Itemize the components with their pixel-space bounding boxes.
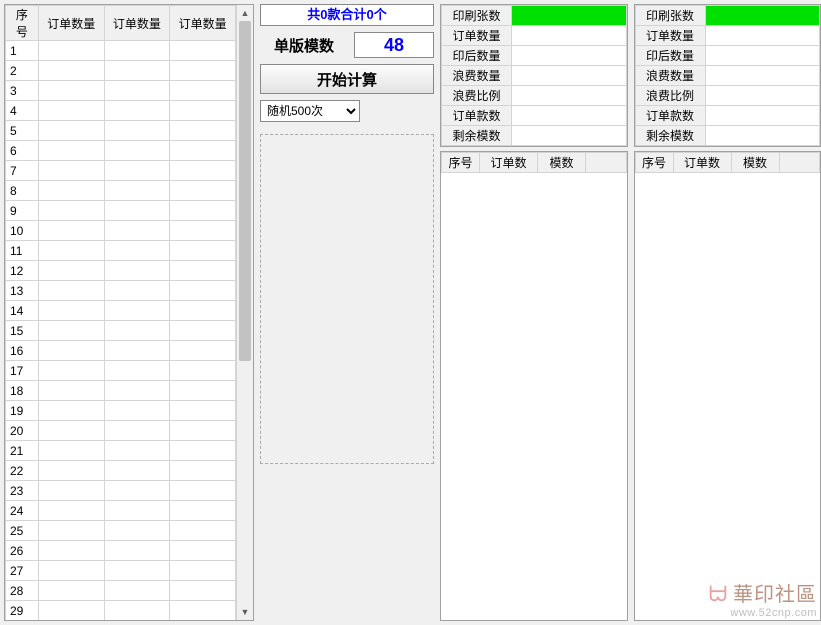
- table-row[interactable]: 3: [6, 81, 236, 101]
- scroll-thumb[interactable]: [239, 21, 251, 361]
- stats-table-1: 印刷张数订单数量印后数量浪费数量浪费比例订单款数剩余模数: [440, 4, 628, 147]
- order-grid-header: 订单数量: [38, 6, 104, 41]
- stats-table-2: 印刷张数订单数量印后数量浪费数量浪费比例订单款数剩余模数: [634, 4, 821, 147]
- result-grid-1[interactable]: 序号订单数模数: [440, 151, 628, 621]
- stats-value: [705, 126, 820, 146]
- preview-area: [260, 134, 434, 464]
- result-grid-header: 订单数: [480, 153, 538, 173]
- order-grid-header: 订单数量: [170, 6, 236, 41]
- stats-value: [512, 86, 627, 106]
- result-grid-header: 模数: [731, 153, 779, 173]
- stats-value: [705, 66, 820, 86]
- table-row[interactable]: 10: [6, 221, 236, 241]
- table-row[interactable]: 1: [6, 41, 236, 61]
- order-grid-panel: 序号订单数量订单数量订单数量12345678910111213141516171…: [4, 4, 254, 621]
- order-grid-scrollbar[interactable]: ▲ ▼: [236, 5, 253, 620]
- table-row[interactable]: 4: [6, 101, 236, 121]
- stats-value: [705, 106, 820, 126]
- table-row[interactable]: 6: [6, 141, 236, 161]
- stats-value: [705, 6, 820, 26]
- result-grid-header: 序号: [442, 153, 480, 173]
- stats-value: [705, 86, 820, 106]
- result-grid-header: 序号: [635, 153, 673, 173]
- stats-value: [512, 26, 627, 46]
- table-row[interactable]: 24: [6, 501, 236, 521]
- stats-value: [705, 46, 820, 66]
- table-row[interactable]: 11: [6, 241, 236, 261]
- stats-label: 订单数量: [442, 26, 512, 46]
- stats-value: [512, 66, 627, 86]
- table-row[interactable]: 13: [6, 281, 236, 301]
- table-row[interactable]: 28: [6, 581, 236, 601]
- stats-label: 剩余模数: [442, 126, 512, 146]
- result-panel-2: 印刷张数订单数量印后数量浪费数量浪费比例订单款数剩余模数 序号订单数模数: [634, 4, 821, 621]
- table-row[interactable]: 29: [6, 601, 236, 621]
- stats-label: 剩余模数: [635, 126, 705, 146]
- result-panel-1: 印刷张数订单数量印后数量浪费数量浪费比例订单款数剩余模数 序号订单数模数: [440, 4, 628, 621]
- table-row[interactable]: 26: [6, 541, 236, 561]
- result-grid-header: 模数: [538, 153, 586, 173]
- scroll-down-icon[interactable]: ▼: [237, 604, 253, 620]
- stats-label: 印后数量: [635, 46, 705, 66]
- table-row[interactable]: 12: [6, 261, 236, 281]
- calculate-button[interactable]: 开始计算: [260, 64, 434, 94]
- random-count-select[interactable]: 随机500次: [260, 100, 360, 122]
- stats-value: [512, 106, 627, 126]
- table-row[interactable]: 9: [6, 201, 236, 221]
- result-grid-2[interactable]: 序号订单数模数: [634, 151, 821, 621]
- control-panel: 共0款合计0个 单版模数 开始计算 随机500次: [260, 4, 434, 621]
- order-grid-header: 序号: [6, 6, 39, 41]
- table-row[interactable]: 20: [6, 421, 236, 441]
- stats-value: [512, 46, 627, 66]
- stats-label: 印刷张数: [442, 6, 512, 26]
- table-row[interactable]: 8: [6, 181, 236, 201]
- table-row[interactable]: 19: [6, 401, 236, 421]
- result-grid-header: 订单数: [673, 153, 731, 173]
- order-grid[interactable]: 序号订单数量订单数量订单数量12345678910111213141516171…: [5, 5, 236, 620]
- table-row[interactable]: 14: [6, 301, 236, 321]
- table-row[interactable]: 15: [6, 321, 236, 341]
- table-row[interactable]: 17: [6, 361, 236, 381]
- stats-value: [512, 126, 627, 146]
- table-row[interactable]: 25: [6, 521, 236, 541]
- table-row[interactable]: 18: [6, 381, 236, 401]
- table-row[interactable]: 23: [6, 481, 236, 501]
- stats-label: 浪费数量: [635, 66, 705, 86]
- stats-label: 订单款数: [442, 106, 512, 126]
- stats-label: 订单款数: [635, 106, 705, 126]
- table-row[interactable]: 27: [6, 561, 236, 581]
- mold-count-input[interactable]: [354, 32, 434, 58]
- stats-value: [512, 6, 627, 26]
- table-row[interactable]: 21: [6, 441, 236, 461]
- stats-label: 浪费比例: [635, 86, 705, 106]
- stats-label: 浪费数量: [442, 66, 512, 86]
- table-row[interactable]: 16: [6, 341, 236, 361]
- stats-label: 印刷张数: [635, 6, 705, 26]
- mold-count-label: 单版模数: [260, 35, 348, 56]
- scroll-up-icon[interactable]: ▲: [237, 5, 253, 21]
- table-row[interactable]: 5: [6, 121, 236, 141]
- table-row[interactable]: 7: [6, 161, 236, 181]
- order-grid-header: 订单数量: [104, 6, 170, 41]
- stats-label: 印后数量: [442, 46, 512, 66]
- table-row[interactable]: 22: [6, 461, 236, 481]
- summary-label: 共0款合计0个: [260, 4, 434, 26]
- stats-value: [705, 26, 820, 46]
- stats-label: 订单数量: [635, 26, 705, 46]
- table-row[interactable]: 2: [6, 61, 236, 81]
- stats-label: 浪费比例: [442, 86, 512, 106]
